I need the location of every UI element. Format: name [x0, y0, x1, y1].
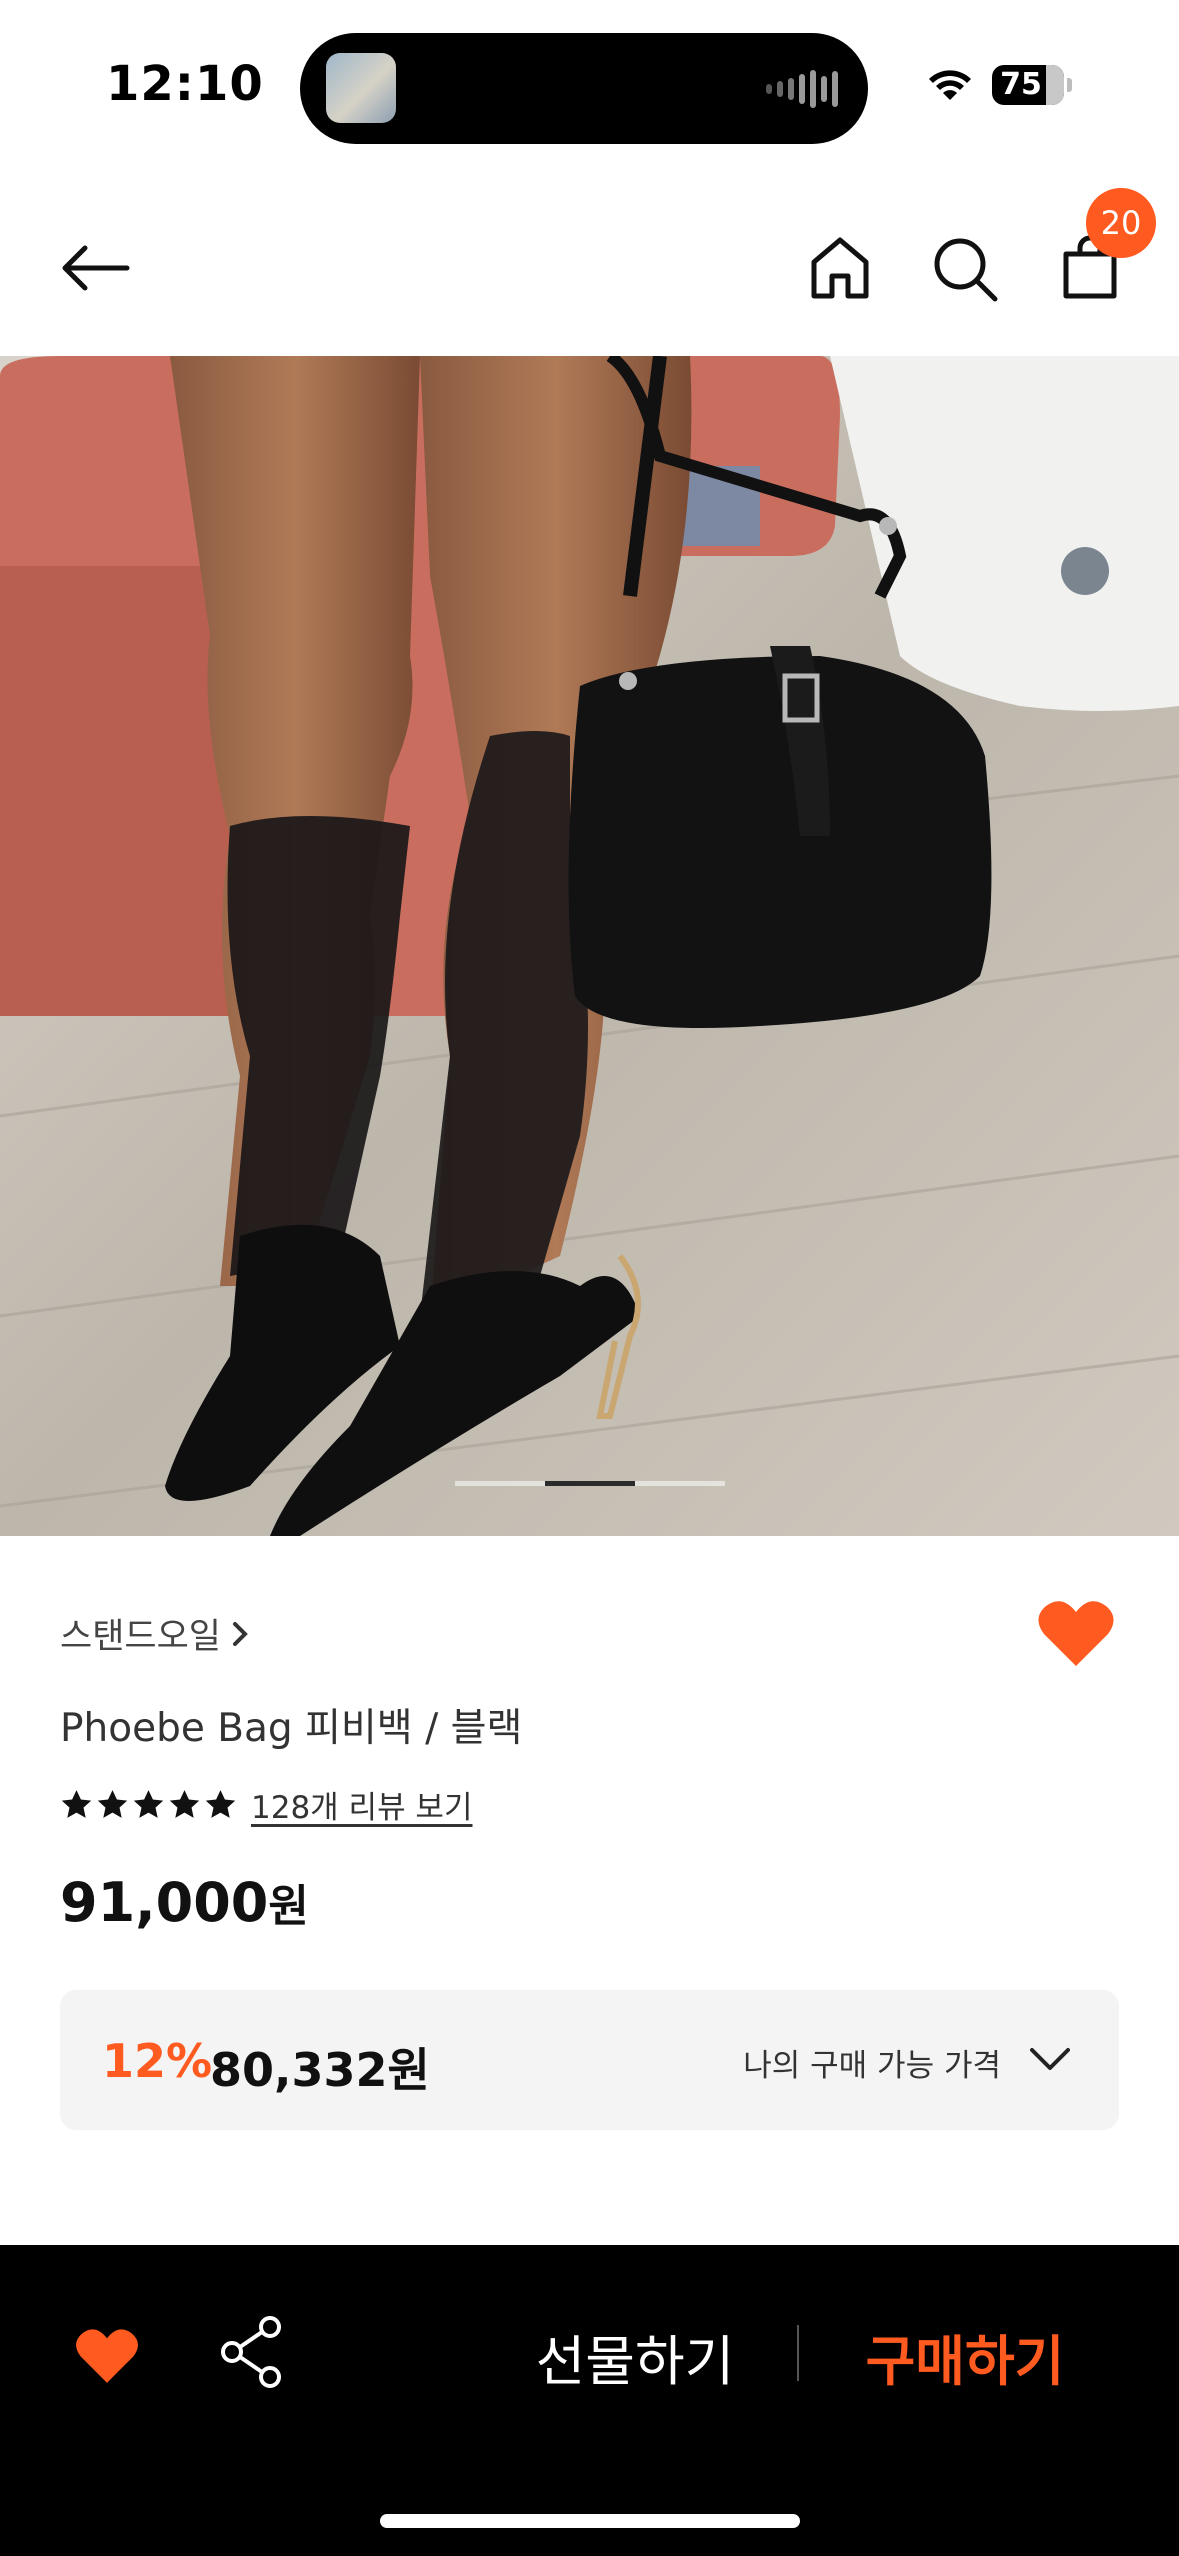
home-icon[interactable] [800, 228, 880, 308]
status-bar: 12:10 75 [0, 0, 1179, 170]
divider [797, 2325, 799, 2381]
view-reviews-link[interactable]: 128개 리뷰 보기 [251, 1782, 472, 1827]
rating-row: 128개 리뷰 보기 [60, 1782, 472, 1827]
like-heart-icon[interactable] [74, 2325, 140, 2387]
brand-link[interactable]: 스탠드오일 [60, 1608, 255, 1659]
bottom-action-bar: 선물하기 구매하기 [0, 2245, 1179, 2556]
audio-waveform-icon [766, 69, 838, 109]
battery-cap [1067, 78, 1072, 92]
discount-percent: 12% [102, 2034, 213, 2088]
battery-icon: 75 [992, 65, 1064, 105]
star-icon [169, 1790, 200, 1818]
star-icon [133, 1790, 164, 1818]
buy-button[interactable]: 구매하기 [820, 2317, 1110, 2396]
star-icon [205, 1790, 236, 1818]
search-icon[interactable] [925, 228, 1005, 308]
star-icon [97, 1790, 128, 1818]
pager-dot [635, 1481, 725, 1486]
battery-level: 75 [1000, 67, 1042, 102]
pager-dot-active [545, 1481, 635, 1486]
pager-dot [455, 1481, 545, 1486]
now-playing-artwork [326, 53, 396, 123]
back-arrow-icon[interactable] [55, 228, 135, 308]
wishlist-heart-icon[interactable] [1036, 1596, 1116, 1671]
brand-name: 스탠드오일 [60, 1617, 222, 1657]
cart-count-badge: 20 [1086, 188, 1156, 258]
my-price-dropdown[interactable]: 12% 80,332원 나의 구매 가능 가격 [60, 1990, 1119, 2130]
star-icon [61, 1790, 92, 1818]
my-price-label: 나의 구매 가능 가격 [743, 2048, 1001, 2084]
chevron-right-icon [233, 1621, 248, 1646]
price-number: 91,000 [60, 1871, 269, 1934]
dynamic-island[interactable] [300, 33, 868, 144]
status-time: 12:10 [106, 56, 264, 112]
top-nav-bar [0, 170, 1179, 356]
product-price: 91,000원 [60, 1870, 309, 1934]
home-indicator[interactable] [380, 2514, 800, 2528]
wifi-icon [929, 70, 971, 100]
price-unit: 원 [268, 1881, 309, 1932]
product-image[interactable] [0, 356, 1179, 1536]
product-photo [0, 356, 1179, 1536]
product-title: Phoebe Bag 피비백 / 블랙 [60, 1706, 523, 1751]
gift-button[interactable]: 선물하기 [480, 2317, 790, 2396]
image-pager-indicator [455, 1481, 725, 1486]
star-rating [60, 1788, 237, 1821]
chevron-down-icon [1030, 2048, 1070, 2070]
share-icon[interactable] [218, 2315, 284, 2389]
discounted-price: 80,332원 [210, 2043, 430, 2097]
